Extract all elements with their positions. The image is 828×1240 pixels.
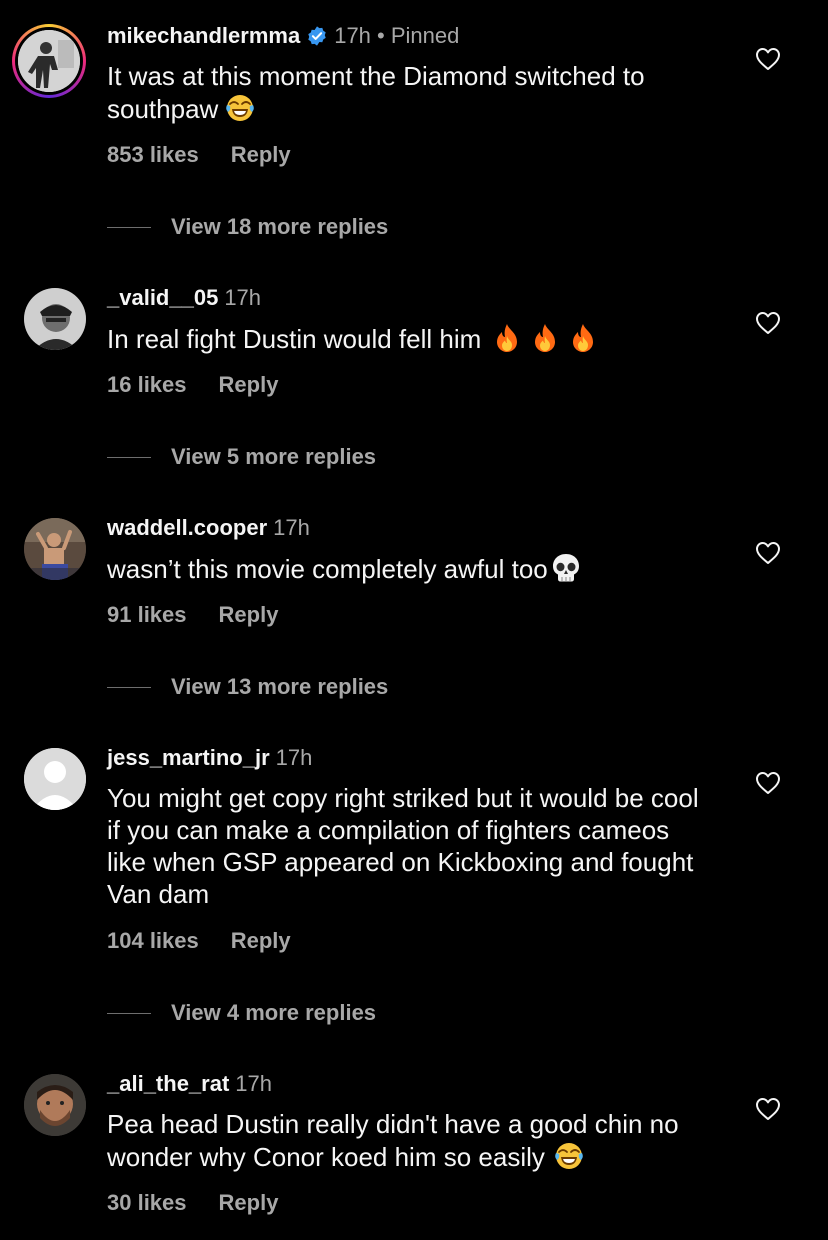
view-replies-label: View 18 more replies [171, 214, 389, 239]
comment-text: It was at this moment the Diamond switch… [107, 61, 645, 124]
view-replies-label: View 13 more replies [171, 674, 389, 699]
avatar[interactable] [24, 518, 86, 580]
comment-text-block: Pea head Dustin really didn't have a goo… [107, 1108, 717, 1173]
pinned-label: • Pinned [377, 23, 460, 48]
comment-timestamp: 17h [275, 745, 313, 770]
avatar-image [18, 30, 80, 92]
comment-text: wasn’t this movie completely awful too [107, 554, 548, 584]
like-count[interactable]: 91 likes [107, 602, 187, 627]
laughing-crying-emoji-icon [224, 92, 256, 124]
heart-icon[interactable] [755, 771, 781, 795]
comment-username[interactable]: _ali_the_rat [107, 1071, 229, 1096]
comment-username[interactable]: jess_martino_jr [107, 745, 270, 770]
reply-button[interactable]: Reply [219, 372, 279, 397]
comment-timestamp: 17h [334, 23, 371, 48]
reply-button[interactable]: Reply [231, 142, 291, 167]
divider-line [107, 1013, 151, 1014]
verified-badge-icon [308, 26, 326, 46]
comment-text: You might get copy right striked but it … [107, 783, 699, 909]
like-count[interactable]: 853 likes [107, 142, 199, 167]
reply-button[interactable]: Reply [219, 602, 279, 627]
like-count[interactable]: 16 likes [107, 372, 187, 397]
comment-username[interactable]: mikechandlermma [107, 23, 300, 48]
like-count[interactable]: 30 likes [107, 1190, 187, 1215]
comment-timestamp: 17h [224, 285, 262, 310]
reply-button[interactable]: Reply [219, 1190, 279, 1215]
comment-text-block: In real fight Dustin would fell him [107, 322, 727, 355]
default-avatar-icon [24, 748, 86, 810]
avatar[interactable] [24, 288, 86, 350]
comment-timestamp: 17h [273, 515, 310, 540]
comment-username[interactable]: _valid__05 [107, 285, 218, 310]
comment-text-block: wasn’t this movie completely awful too [107, 552, 727, 585]
divider-line [107, 457, 151, 458]
view-replies-label: View 5 more replies [171, 444, 377, 469]
avatar[interactable] [12, 24, 86, 98]
divider-line [107, 227, 151, 228]
avatar[interactable] [24, 748, 86, 810]
heart-icon[interactable] [755, 311, 781, 335]
fire-emoji-icon [567, 322, 599, 354]
comment-text: Pea head Dustin really didn't have a goo… [107, 1109, 679, 1172]
reply-button[interactable]: Reply [231, 928, 291, 953]
comment-username[interactable]: waddell.cooper [107, 515, 267, 540]
avatar[interactable] [24, 1074, 86, 1136]
laughing-crying-emoji-icon [553, 1140, 585, 1172]
comment-text-block: It was at this moment the Diamond switch… [107, 60, 727, 125]
comment-timestamp: 17h [235, 1071, 273, 1096]
heart-icon[interactable] [755, 541, 781, 565]
heart-icon[interactable] [755, 47, 781, 71]
fire-emoji-icon [491, 322, 523, 354]
like-count[interactable]: 104 likes [107, 928, 199, 953]
divider-line [107, 687, 151, 688]
comment-text: In real fight Dustin would fell him [107, 324, 482, 354]
view-replies-label: View 4 more replies [171, 1000, 377, 1025]
fire-emoji-icon [529, 322, 561, 354]
heart-icon[interactable] [755, 1097, 781, 1121]
skull-emoji-icon [550, 552, 582, 584]
